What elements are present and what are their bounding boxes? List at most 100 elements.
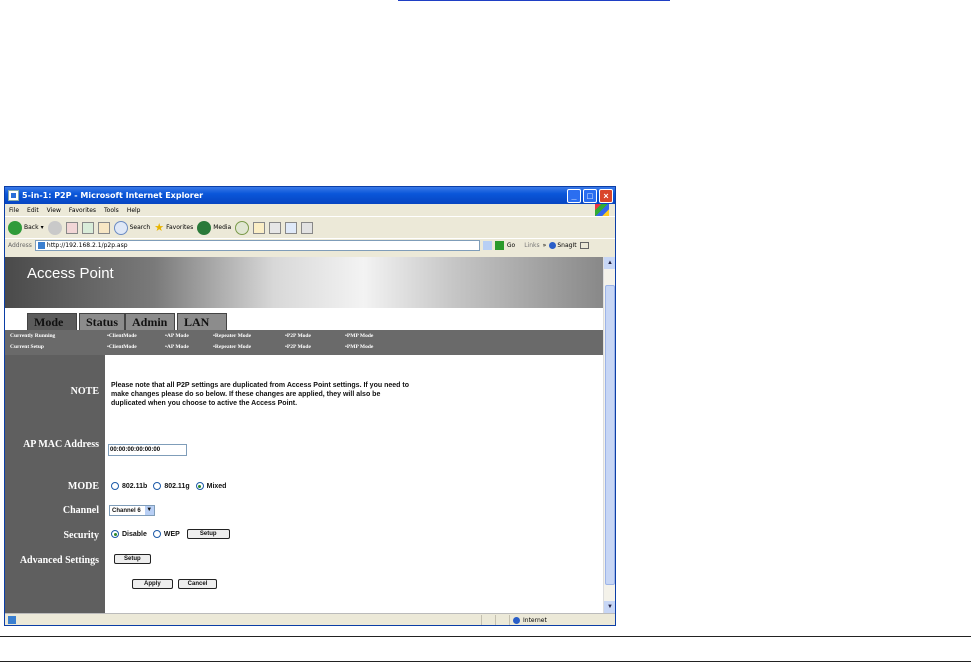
snagit-label: SnagIt (557, 242, 577, 249)
address-bar: Address http://192.168.2.1/p2p.asp Go Li… (5, 238, 615, 252)
stop-icon[interactable] (65, 221, 78, 234)
go-button[interactable]: Go (507, 242, 515, 249)
chevron-down-icon: ▼ (144, 506, 154, 515)
star-icon: ★ (154, 221, 165, 234)
back-dropdown-icon[interactable]: ▾ (41, 224, 44, 231)
title-bar: 5-in-1: P2P - Microsoft Internet Explore… (5, 187, 615, 204)
window-title: 5-in-1: P2P - Microsoft Internet Explore… (22, 191, 204, 200)
setup-pmp-mode[interactable]: •PMP Mode (345, 344, 373, 350)
security-setup-button[interactable]: Setup (186, 529, 230, 539)
running-repeater-mode[interactable]: •Repeater Mode (213, 333, 251, 339)
ap-mac-label: AP MAC Address (23, 439, 99, 450)
address-label: Address (8, 242, 32, 249)
history-icon[interactable] (235, 220, 250, 235)
currently-running-label: Currently Running (10, 333, 56, 339)
snagit-icon (549, 242, 557, 249)
mode-80211b-label: 802.11b (122, 482, 148, 490)
favorites-button[interactable]: ★ Favorites (154, 221, 193, 234)
menu-edit[interactable]: Edit (27, 207, 39, 214)
tab-mode[interactable]: Mode (27, 313, 77, 330)
forward-arrow-icon[interactable] (47, 220, 62, 235)
globe-icon (513, 616, 520, 624)
menu-help[interactable]: Help (127, 207, 141, 214)
toolbar: Back ▾ Search ★ Favorites Media (5, 216, 615, 238)
page-title: Access Point (27, 265, 114, 282)
messenger-icon[interactable] (301, 221, 314, 234)
advanced-settings-label: Advanced Settings (19, 555, 99, 566)
refresh-icon[interactable] (81, 221, 94, 234)
scroll-up-icon[interactable]: ▲ (604, 257, 615, 269)
close-button[interactable]: × (599, 188, 613, 203)
security-label: Security (63, 530, 99, 541)
mode-80211g-radio[interactable] (153, 482, 162, 490)
note-text: Please note that all P2P settings are du… (111, 382, 409, 407)
vertical-scrollbar[interactable]: ▲ ▼ (603, 257, 615, 613)
page-icon (37, 242, 45, 249)
mode-80211b-radio[interactable] (111, 482, 119, 490)
address-dropdown-icon[interactable] (482, 241, 492, 250)
menu-favorites[interactable]: Favorites (69, 207, 96, 214)
back-button[interactable]: Back ▾ (8, 220, 44, 235)
minimize-button[interactable]: _ (567, 188, 581, 203)
running-pmp-mode[interactable]: •PMP Mode (345, 333, 373, 339)
media-button[interactable]: Media (197, 220, 231, 235)
setup-p2p-mode[interactable]: •P2P Mode (285, 344, 311, 350)
page-header: Access Point (5, 257, 603, 308)
browser-window: 5-in-1: P2P - Microsoft Internet Explore… (4, 186, 616, 626)
menu-view[interactable]: View (47, 207, 61, 214)
menu-tools[interactable]: Tools (104, 207, 119, 214)
advanced-setup-button[interactable]: Setup (114, 554, 151, 564)
running-client-mode[interactable]: •ClientMode (107, 333, 137, 339)
channel-value: Channel 6 (112, 507, 141, 514)
windows-logo-icon (595, 204, 609, 216)
setup-client-mode[interactable]: •ClientMode (107, 344, 137, 350)
address-url: http://192.168.2.1/p2p.asp (46, 242, 128, 249)
security-disable-radio[interactable] (111, 530, 119, 538)
channel-select[interactable]: Channel 6 ▼ (109, 505, 155, 516)
tab-status[interactable]: Status (79, 313, 125, 330)
status-cell (481, 614, 495, 625)
divider-line (0, 636, 971, 637)
home-icon[interactable] (97, 221, 110, 234)
ap-mac-field[interactable]: 00:00:00:00:00:00 (108, 444, 187, 456)
security-disable-label: Disable (122, 530, 147, 538)
mode-radio-group: 802.11b 802.11g Mixed (111, 482, 226, 490)
mode-status-bar: Currently Running Current Setup •ClientM… (5, 330, 603, 355)
setup-repeater-mode[interactable]: •Repeater Mode (213, 344, 251, 350)
snagit-window-icon[interactable] (579, 242, 589, 249)
setup-ap-mode[interactable]: •AP Mode (165, 344, 189, 350)
mode-mixed-radio[interactable] (195, 482, 204, 490)
address-input[interactable]: http://192.168.2.1/p2p.asp (34, 240, 480, 251)
menu-file[interactable]: File (9, 207, 19, 214)
scroll-down-icon[interactable]: ▼ (604, 601, 615, 613)
note-label: NOTE (70, 386, 99, 397)
security-wep-label: WEP (163, 530, 180, 538)
maximize-button[interactable]: □ (583, 188, 597, 203)
scroll-thumb[interactable] (605, 285, 615, 585)
zone-label: Internet (523, 616, 547, 624)
tab-lan[interactable]: LAN (177, 313, 227, 330)
security-radio-group: Disable WEP Setup (111, 529, 230, 539)
tab-admin[interactable]: Admin (125, 313, 175, 330)
channel-row: Channel 6 ▼ (109, 505, 155, 516)
snagit-button[interactable]: SnagIt (549, 242, 577, 249)
running-p2p-mode[interactable]: •P2P Mode (285, 333, 311, 339)
status-cell (495, 614, 509, 625)
edit-icon[interactable] (285, 221, 298, 234)
chevron-right-icon[interactable]: » (543, 242, 547, 249)
print-icon[interactable] (269, 221, 282, 234)
mail-icon[interactable] (253, 221, 266, 234)
mode-label: MODE (67, 481, 99, 492)
back-label: Back (24, 224, 39, 231)
status-bar: Internet (5, 613, 615, 625)
links-button[interactable]: Links (524, 242, 539, 249)
running-ap-mode[interactable]: •AP Mode (165, 333, 189, 339)
web-content: Access Point Mode Status Admin LAN Curre… (5, 257, 603, 613)
security-wep-radio[interactable] (152, 530, 161, 538)
search-button[interactable]: Search (113, 220, 150, 235)
settings-form: NOTE AP MAC Address MODE Channel Securit… (5, 355, 603, 613)
cancel-button[interactable]: Cancel (177, 579, 218, 589)
current-setup-label: Current Setup (10, 344, 44, 350)
go-arrow-icon[interactable] (494, 241, 504, 250)
apply-button[interactable]: Apply (132, 579, 173, 589)
